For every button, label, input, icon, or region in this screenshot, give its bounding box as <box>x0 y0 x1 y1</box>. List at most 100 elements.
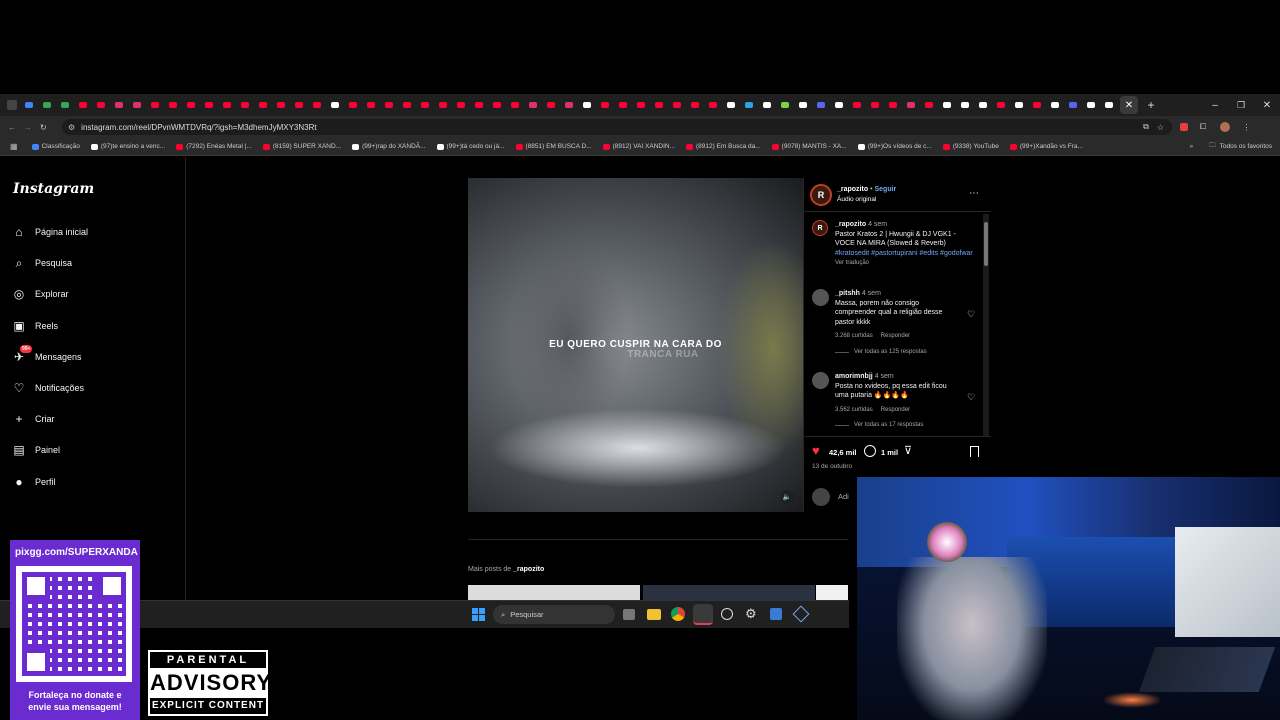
nav-item-compass[interactable]: ◎ Explorar <box>12 287 69 301</box>
tab-favicon-icon[interactable] <box>560 94 578 116</box>
url-text[interactable]: instagram.com/reel/DPvnWMTDVRq/?igsh=M3d… <box>81 123 316 132</box>
bookmark-item[interactable]: (9078) MANTIS - XA... <box>771 143 847 150</box>
tab-favicon-icon[interactable] <box>452 94 470 116</box>
translate-link[interactable]: Ver tradução <box>835 260 869 266</box>
maximize-icon[interactable]: ❐ <box>1228 100 1254 111</box>
tab-favicon-icon[interactable] <box>380 94 398 116</box>
browser-tab-strip[interactable]: ✕ + – ❐ ✕ <box>0 94 1280 116</box>
tab-favicon-icon[interactable] <box>506 94 524 116</box>
caption-tags[interactable]: #kratosedit #pastortupirani #edits #godo… <box>835 250 973 257</box>
comments-scrollbar[interactable] <box>983 214 989 436</box>
tab-favicon-icon[interactable] <box>650 94 668 116</box>
tab-favicon-icon[interactable] <box>740 94 758 116</box>
more-options-icon[interactable]: ⋯ <box>969 188 979 199</box>
comment-avatar[interactable] <box>812 289 829 306</box>
comment-count[interactable]: 1 mil <box>881 448 898 457</box>
file-explorer-icon[interactable] <box>647 609 661 620</box>
view-replies-button[interactable]: Ver todas as 17 respostas <box>854 421 923 431</box>
tab-favicon-icon[interactable] <box>128 94 146 116</box>
caption-avatar[interactable]: R <box>812 220 828 236</box>
tab-favicon-icon[interactable] <box>578 94 596 116</box>
menu-icon[interactable]: ⋮ <box>1242 123 1250 132</box>
tab-favicon-icon[interactable] <box>1064 94 1082 116</box>
tab-favicon-icon[interactable] <box>20 94 38 116</box>
nav-item-avatar[interactable]: ● Perfil <box>12 475 55 489</box>
tab-favicon-icon[interactable] <box>1082 94 1100 116</box>
back-icon[interactable]: ← <box>8 123 24 132</box>
tab-favicon-icon[interactable] <box>344 94 362 116</box>
tab-favicon-icon[interactable] <box>704 94 722 116</box>
bookmark-item[interactable]: (8159) SUPER XAND... <box>262 143 341 150</box>
tab-favicon-icon[interactable] <box>992 94 1010 116</box>
steam-icon[interactable] <box>693 604 713 625</box>
profile-avatar[interactable] <box>1220 122 1231 132</box>
nav-item-messages[interactable]: ✈ 99+ Mensagens <box>12 344 82 364</box>
bookmark-item[interactable]: (99+)Os vídeos de c... <box>857 143 932 150</box>
tab-favicon-icon[interactable] <box>38 94 56 116</box>
bookmark-item[interactable]: (99+)rap do XANDÃ... <box>352 143 426 150</box>
tab-favicon-icon[interactable] <box>884 94 902 116</box>
tab-favicon-icon[interactable] <box>290 94 308 116</box>
bookmark-item[interactable]: (8912) Em Busca da... <box>686 143 761 150</box>
tab-favicon-icon[interactable] <box>614 94 632 116</box>
save-icon[interactable] <box>970 446 979 457</box>
tab-favicon-icon[interactable] <box>434 94 452 116</box>
tab-favicon-icon[interactable] <box>632 94 650 116</box>
tab-favicon-icon[interactable] <box>164 94 182 116</box>
reload-icon[interactable]: ↻ <box>40 123 56 132</box>
bookmark-item[interactable]: Classificação <box>31 143 80 150</box>
app-icon-2[interactable] <box>770 608 782 620</box>
tab-favicon-icon[interactable] <box>272 94 290 116</box>
tab-favicon-icon[interactable] <box>938 94 956 116</box>
tab-favicon-icon[interactable] <box>758 94 776 116</box>
tab-favicon-icon[interactable] <box>866 94 884 116</box>
close-tab-icon[interactable]: ✕ <box>1120 96 1138 114</box>
reply-button[interactable]: Responder <box>881 407 910 413</box>
follow-button[interactable]: Seguir <box>874 186 896 193</box>
tab-favicon-icon[interactable] <box>182 94 200 116</box>
tab-favicon-icon[interactable] <box>524 94 542 116</box>
tab-favicon-icon[interactable] <box>794 94 812 116</box>
author-avatar[interactable]: R <box>810 184 832 206</box>
bookmark-item[interactable]: (99+)tá cedo ou já... <box>436 143 505 150</box>
taskbar-search[interactable]: ⌕ Pesquisar <box>493 605 615 624</box>
caption-username[interactable]: _rapozito <box>835 221 866 228</box>
tab-favicon-icon[interactable] <box>470 94 488 116</box>
comment-likes[interactable]: 3.268 curtidas <box>835 333 873 339</box>
more-post-thumb-1[interactable] <box>468 585 640 600</box>
audio-label[interactable]: Áudio original <box>837 196 876 203</box>
add-comment-input[interactable]: Adi <box>838 492 849 501</box>
more-post-thumb-2[interactable] <box>643 585 815 600</box>
apps-grid-icon[interactable]: ▦ <box>10 142 18 151</box>
tab-favicon-icon[interactable] <box>920 94 938 116</box>
like-count[interactable]: 42,6 mil <box>829 448 857 457</box>
nav-item-home[interactable]: ⌂ Página inicial <box>12 225 88 239</box>
extensions-puzzle-icon[interactable]: ⧠ <box>1200 122 1206 132</box>
more-post-thumb-3[interactable] <box>816 585 848 600</box>
close-window-icon[interactable]: ✕ <box>1254 100 1280 111</box>
comment-avatar[interactable] <box>812 372 829 389</box>
tab-favicon-icon[interactable] <box>596 94 614 116</box>
tab-favicon-icon[interactable] <box>722 94 740 116</box>
bookmark-item[interactable]: (7292) Enéas Metal |... <box>176 143 252 150</box>
tab-favicon-icon[interactable] <box>776 94 794 116</box>
forward-icon[interactable]: → <box>24 123 40 132</box>
more-posts-user[interactable]: _rapozito <box>513 566 544 573</box>
scroll-thumb[interactable] <box>984 222 988 266</box>
tab-favicon-icon[interactable] <box>1100 94 1118 116</box>
bookmark-item[interactable]: (8912) VAI XANDIN... <box>602 143 675 150</box>
reply-button[interactable]: Responder <box>881 333 910 339</box>
tab-favicon-icon[interactable] <box>668 94 686 116</box>
tab-favicon-icon[interactable] <box>812 94 830 116</box>
mute-icon[interactable]: 🔈 <box>780 490 794 504</box>
tab-favicon-icon[interactable] <box>956 94 974 116</box>
comment-username[interactable]: amorimnbjj <box>835 373 873 380</box>
minimize-icon[interactable]: – <box>1202 100 1228 111</box>
author-username[interactable]: _rapozito <box>837 186 868 193</box>
tab-favicon-icon[interactable] <box>92 94 110 116</box>
nav-item-heart[interactable]: ♡ Notificações <box>12 381 84 395</box>
tab-favicon-icon[interactable] <box>200 94 218 116</box>
all-bookmarks-folder[interactable]: 🗀 Todos os favoritos <box>1209 141 1272 152</box>
app-icon-3[interactable] <box>792 605 810 623</box>
comment-icon[interactable] <box>864 445 876 457</box>
